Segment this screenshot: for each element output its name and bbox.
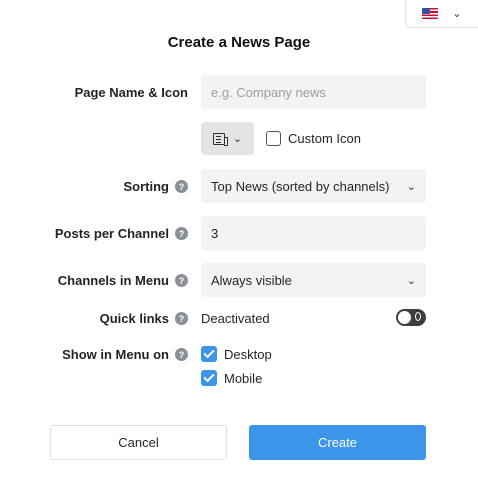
custom-icon-label: Custom Icon bbox=[288, 131, 361, 146]
dialog-title: Create a News Page bbox=[167, 34, 311, 51]
custom-icon-checkbox[interactable] bbox=[266, 131, 281, 146]
quick-links-toggle[interactable] bbox=[396, 309, 426, 326]
posts-per-channel-input[interactable]: 3 bbox=[201, 216, 426, 250]
show-in-menu-label: Show in Menu on ? bbox=[62, 347, 188, 362]
page-name-input[interactable]: e.g. Company news bbox=[201, 75, 426, 109]
help-icon[interactable]: ? bbox=[175, 312, 188, 325]
channels-in-menu-select[interactable]: Always visible ⌄ bbox=[201, 263, 426, 297]
language-switcher[interactable]: ⌄ bbox=[405, 0, 478, 28]
desktop-checkbox[interactable] bbox=[201, 346, 217, 362]
help-icon[interactable]: ? bbox=[175, 180, 188, 193]
page-name-label: Page Name & Icon bbox=[74, 85, 188, 100]
sorting-select[interactable]: Top News (sorted by channels) ⌄ bbox=[201, 169, 426, 203]
chevron-down-icon: ⌄ bbox=[232, 133, 243, 145]
quick-links-label: Quick links ? bbox=[100, 311, 188, 326]
mobile-label: Mobile bbox=[224, 371, 263, 386]
sorting-label: Sorting ? bbox=[124, 179, 188, 194]
quick-links-status: Deactivated bbox=[201, 311, 270, 326]
channels-in-menu-label: Channels in Menu ? bbox=[58, 273, 188, 288]
help-icon[interactable]: ? bbox=[175, 274, 188, 287]
chevron-down-icon: ⌄ bbox=[406, 274, 416, 287]
desktop-label: Desktop bbox=[224, 347, 272, 362]
help-icon[interactable]: ? bbox=[175, 227, 188, 240]
help-icon[interactable]: ? bbox=[175, 348, 188, 361]
chevron-down-icon: ⌄ bbox=[406, 180, 416, 193]
chevron-down-icon: ⌄ bbox=[452, 8, 462, 20]
icon-picker-button[interactable]: ⌄ bbox=[201, 122, 254, 155]
cancel-button[interactable]: Cancel bbox=[50, 425, 227, 460]
newspaper-icon bbox=[212, 132, 228, 146]
posts-per-channel-label: Posts per Channel ? bbox=[55, 226, 188, 241]
mobile-checkbox[interactable] bbox=[201, 370, 217, 386]
us-flag-icon bbox=[422, 8, 439, 19]
create-button[interactable]: Create bbox=[249, 425, 426, 460]
